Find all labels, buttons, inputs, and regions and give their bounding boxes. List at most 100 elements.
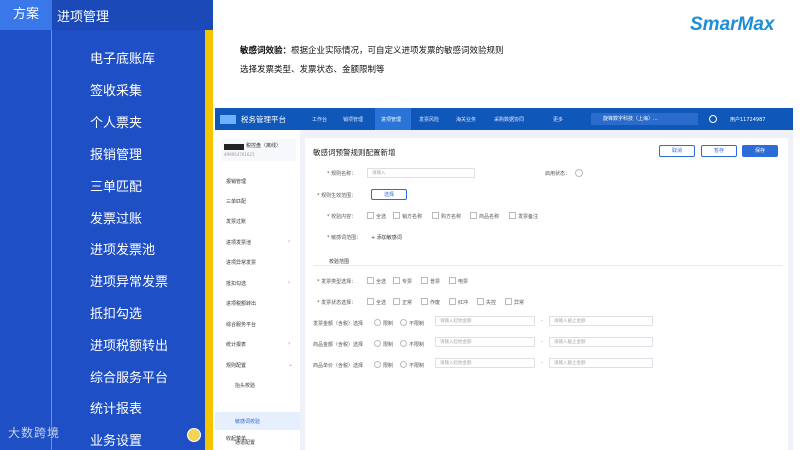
form-panel: 敏感词预警规则配置新增 取消 暂存 保存 * 规则名称： 请输入 启用状态： *… (305, 138, 788, 450)
draft-button[interactable]: 暂存 (701, 145, 737, 157)
status-option-abnormal[interactable]: 异常 (505, 298, 524, 306)
keyword-label: * 敏感词范围： (327, 235, 362, 241)
amount-row-1-label: 发票金额（含税）选择 (313, 321, 364, 327)
nav-item-settings[interactable]: 业务设置 (90, 430, 142, 449)
nav-item-invoice-pool[interactable]: 进项发票池 (90, 239, 155, 258)
company-id: 499954761621 (224, 152, 255, 157)
brand-logo: SmarMax (690, 14, 775, 35)
company-card[interactable]: 税控盘（离线） 499954761621 (221, 139, 296, 161)
amount-row-3-from[interactable]: 请输入起始金额 (435, 358, 535, 368)
nav-item-abnormal-invoice[interactable]: 进项异常发票 (90, 271, 168, 290)
check-option-goods[interactable]: 商品名称 (470, 212, 499, 220)
check-content-label: * 校验内容： (327, 214, 357, 220)
chevron-right-icon: › (288, 340, 291, 347)
user-name[interactable]: 用户11724987 (730, 116, 765, 123)
status-option-red[interactable]: 红冲 (449, 298, 468, 306)
type-option-all[interactable]: 全选 (367, 277, 386, 285)
side-item-abnormal[interactable]: 进项异常发票 (226, 259, 256, 266)
cancel-button[interactable]: 取消 (659, 145, 695, 157)
nav-item-deduction[interactable]: 抵扣勾选 (90, 303, 142, 322)
save-button[interactable]: 保存 (742, 145, 778, 157)
side-item-keyword-check[interactable]: 敏感词校验 (235, 418, 260, 425)
app-platform-title: 税务管理平台 (241, 115, 286, 124)
amount-row-1-limit[interactable]: 限制 (374, 319, 393, 327)
status-label: * 发票状态选择： (317, 300, 357, 306)
status-option-lost[interactable]: 失控 (477, 298, 496, 306)
description-line-1: 敏感词效验：根据企业实际情况，可自定义进项发票的敏感词效验规则 (240, 44, 504, 56)
scope-select-button[interactable]: 选择 (371, 189, 407, 200)
status-option-void[interactable]: 作废 (421, 298, 440, 306)
chevron-right-icon: › (288, 279, 291, 286)
top-nav-procurement[interactable]: 采购数据协同 (494, 116, 524, 123)
headset-icon[interactable] (709, 115, 717, 123)
check-option-all[interactable]: 全选 (367, 212, 386, 220)
range-dash: - (541, 318, 543, 324)
nav-item-receipt[interactable]: 签收采集 (90, 80, 142, 99)
top-nav-workbench[interactable]: 工作台 (312, 116, 327, 123)
side-item-reports[interactable]: 统计报表 (226, 341, 246, 348)
side-item-pool[interactable]: 进项发票池 (226, 239, 251, 246)
side-item-rules[interactable]: 规则配置 (226, 362, 246, 369)
amount-row-1-to[interactable]: 请输入截止金额 (549, 316, 653, 326)
type-option-normal[interactable]: 普票 (421, 277, 440, 285)
enable-toggle[interactable] (575, 169, 583, 177)
range-dash: - (541, 360, 543, 366)
app-screenshot: 税务管理平台 工作台 销项管理 进项管理 发票风险 海关业务 采购数据协同 更多… (215, 108, 793, 450)
section-title: 进项管理 (57, 10, 110, 25)
description-text: 根据企业实际情况，可自定义进项发票的敏感词效验规则 (291, 46, 504, 56)
amount-row-3-limit[interactable]: 限制 (374, 361, 393, 369)
type-option-special[interactable]: 专票 (393, 277, 412, 285)
top-nav-customs[interactable]: 海关业务 (456, 116, 476, 123)
nav-item-personal-folder[interactable]: 个人票夹 (90, 112, 142, 131)
amount-row-3-label: 商品单价（含税）选择 (313, 363, 364, 369)
scheme-tab[interactable]: 方案 (0, 0, 52, 30)
range-dash: - (541, 339, 543, 345)
top-nav-risk[interactable]: 发票风险 (419, 116, 439, 123)
divider-line (51, 30, 52, 450)
section-divider (313, 265, 783, 266)
page-title: 敏感词预警规则配置新增 (313, 148, 396, 157)
side-item-transfer[interactable]: 进项税额转出 (226, 300, 256, 307)
top-nav-more[interactable]: 更多 (553, 116, 563, 123)
amount-row-3-to[interactable]: 请输入截止金额 (549, 358, 653, 368)
org-selector[interactable]: 旋锋数字科技（上海）... (591, 113, 698, 125)
type-option-electronic[interactable]: 电票 (449, 277, 468, 285)
nav-item-three-way-match[interactable]: 三单匹配 (90, 176, 142, 195)
side-item-title-check[interactable]: 抬头校验 (235, 382, 255, 389)
scope-label: * 规则生效范围： (317, 193, 357, 199)
nav-item-reports[interactable]: 统计报表 (90, 398, 142, 417)
app-logo-icon (220, 115, 236, 124)
nav-item-expense[interactable]: 报销管理 (90, 144, 142, 163)
top-nav-sales[interactable]: 销项管理 (343, 116, 363, 123)
nav-item-tax-transfer[interactable]: 进项税额转出 (90, 335, 168, 354)
amount-row-2-nolimit[interactable]: 不限制 (400, 340, 424, 348)
side-item-expense[interactable]: 报销管理 (226, 178, 246, 185)
amount-row-1-from[interactable]: 请输入起始金额 (435, 316, 535, 326)
check-option-buyer[interactable]: 购方名称 (432, 212, 461, 220)
top-nav-input[interactable]: 进项管理 (381, 116, 401, 123)
collapse-menu-button[interactable]: 收起菜单 (226, 435, 246, 442)
status-option-normal[interactable]: 正常 (393, 298, 412, 306)
amount-row-1-nolimit[interactable]: 不限制 (400, 319, 424, 327)
section-title: 校验范围 (329, 259, 350, 265)
side-item-service[interactable]: 综合服务平台 (226, 321, 256, 328)
check-option-remark[interactable]: 发票备注 (509, 212, 538, 220)
type-label: * 发票类型选择： (317, 279, 357, 285)
check-option-seller[interactable]: 销方名称 (393, 212, 422, 220)
status-option-all[interactable]: 全选 (367, 298, 386, 306)
amount-row-2-from[interactable]: 请输入起始金额 (435, 337, 535, 347)
accent-bar (205, 30, 213, 450)
side-item-match[interactable]: 三单匹配 (226, 198, 246, 205)
description-line-2: 选择发票类型、发票状态、金额限制等 (240, 65, 385, 75)
chevron-down-icon: ⌄ (288, 361, 294, 368)
amount-row-3-nolimit[interactable]: 不限制 (400, 361, 424, 369)
add-keyword-button[interactable]: + 添加敏感词 (371, 234, 402, 241)
amount-row-2-limit[interactable]: 限制 (374, 340, 393, 348)
side-item-posting[interactable]: 发票过账 (226, 218, 246, 225)
nav-item-service-platform[interactable]: 综合服务平台 (90, 367, 168, 386)
nav-item-posting[interactable]: 发票过账 (90, 208, 142, 227)
side-item-deduction[interactable]: 抵扣勾选 (226, 280, 246, 287)
nav-item-e-ledger[interactable]: 电子底账库 (90, 48, 155, 67)
amount-row-2-to[interactable]: 请输入截止金额 (549, 337, 653, 347)
rule-name-input[interactable]: 请输入 (367, 168, 475, 178)
